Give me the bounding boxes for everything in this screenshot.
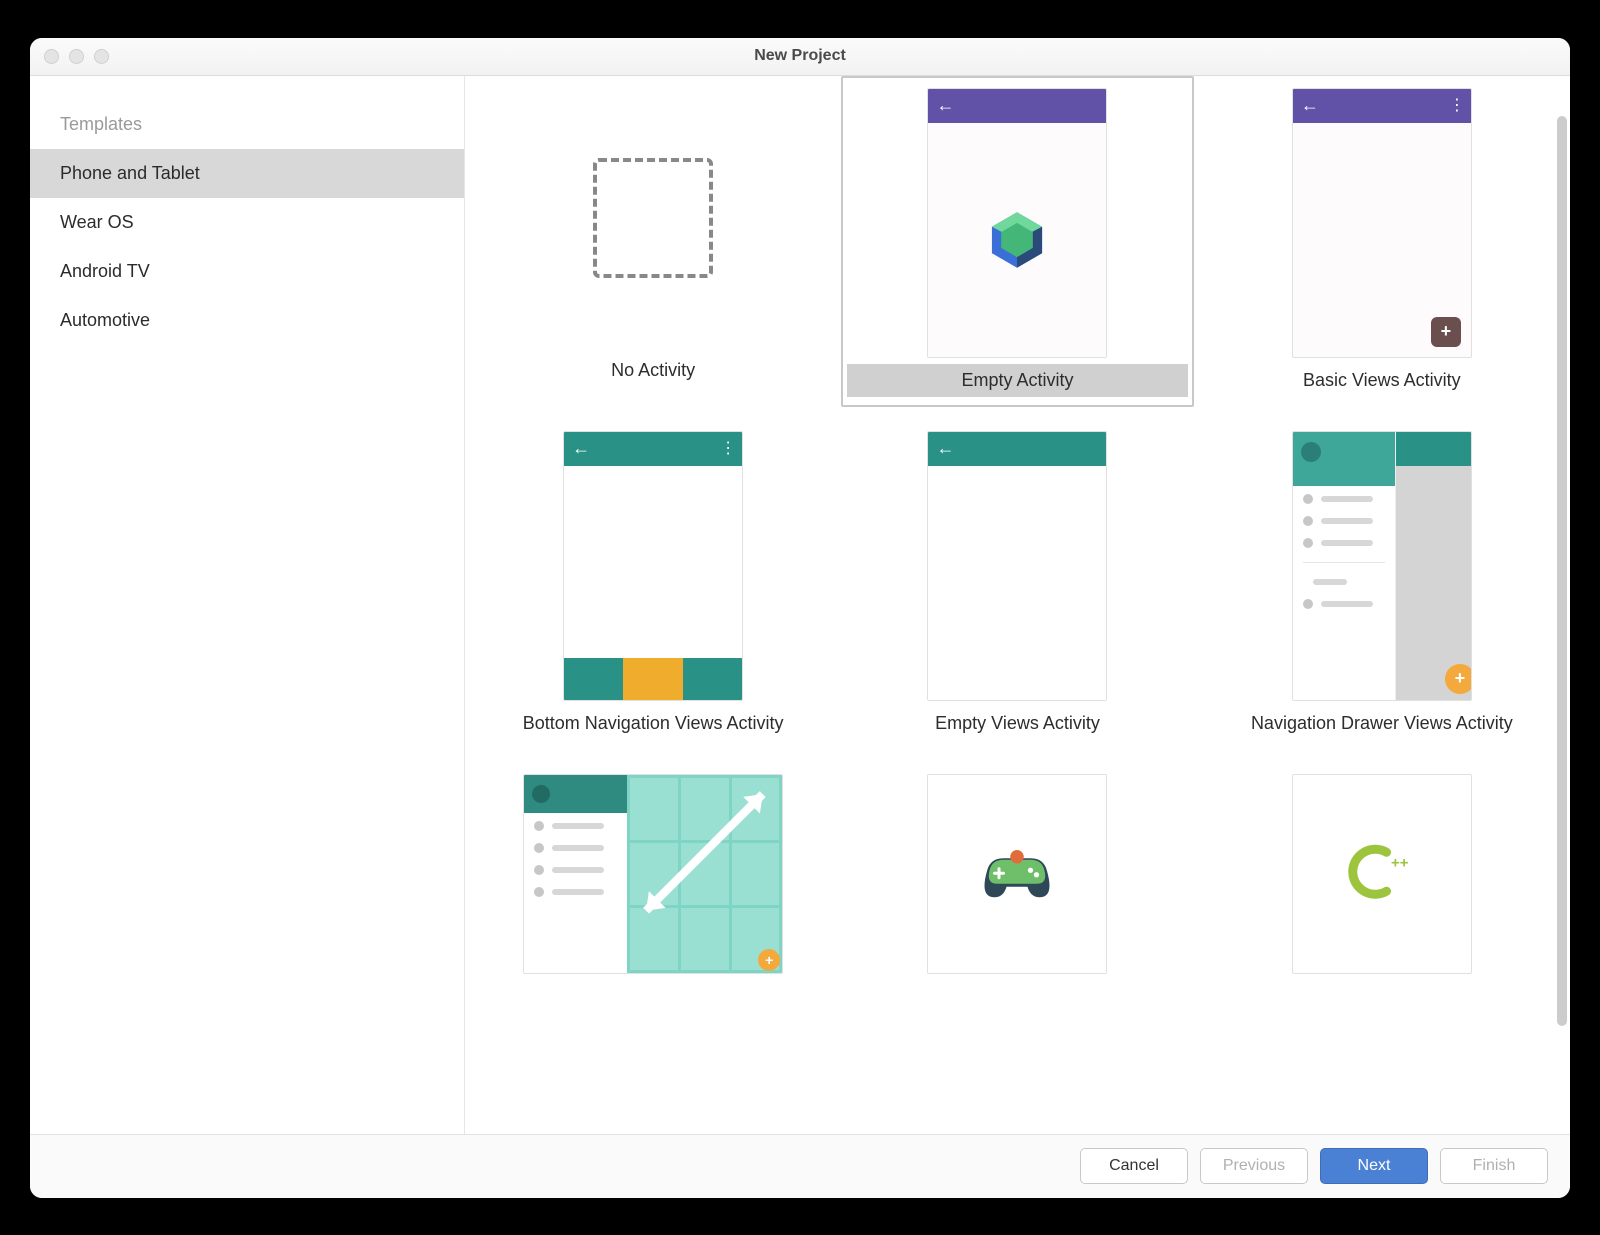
- finish-button[interactable]: Finish: [1440, 1148, 1548, 1184]
- template-card-empty-views[interactable]: ← Empty Views Activity: [841, 419, 1193, 750]
- fab-icon: +: [758, 949, 780, 971]
- mock-appbar: ← ⋮: [1293, 89, 1471, 123]
- sidebar-item-wear-os[interactable]: Wear OS: [30, 198, 464, 247]
- compose-logo-icon: [984, 207, 1050, 273]
- template-label: Basic Views Activity: [1303, 364, 1461, 397]
- template-card-basic-views[interactable]: ← ⋮ + Basic Views Activity: [1206, 76, 1558, 407]
- templates-panel: No Activity ←: [465, 76, 1570, 1134]
- window-title: New Project: [30, 47, 1570, 65]
- previous-button[interactable]: Previous: [1200, 1148, 1308, 1184]
- mock-body: [928, 466, 1106, 700]
- mock-body: [564, 466, 742, 658]
- template-card-game[interactable]: [841, 762, 1193, 1002]
- thumbnail: ←: [927, 88, 1107, 358]
- template-card-responsive[interactable]: +: [477, 762, 829, 1002]
- mock-bottom-nav: [564, 658, 742, 700]
- back-arrow-icon: ←: [936, 438, 954, 459]
- template-label: Navigation Drawer Views Activity: [1251, 707, 1513, 740]
- overflow-menu-icon: ⋮: [1449, 102, 1463, 110]
- template-card-navigation-drawer[interactable]: + Navigation Drawer Views Activity: [1206, 419, 1558, 750]
- thumbnail: [927, 774, 1107, 974]
- thumbnail: +: [1292, 431, 1472, 701]
- back-arrow-icon: ←: [1301, 95, 1319, 116]
- next-button[interactable]: Next: [1320, 1148, 1428, 1184]
- content: Templates Phone and Tablet Wear OS Andro…: [30, 76, 1570, 1134]
- overflow-menu-icon: ⋮: [720, 445, 734, 453]
- sidebar-item-automotive[interactable]: Automotive: [30, 296, 464, 345]
- template-card-no-activity[interactable]: No Activity: [477, 76, 829, 407]
- cancel-button[interactable]: Cancel: [1080, 1148, 1188, 1184]
- back-arrow-icon: ←: [572, 438, 590, 459]
- back-arrow-icon: ←: [936, 95, 954, 116]
- mock-drawer: [1293, 432, 1396, 700]
- new-project-window: New Project Templates Phone and Tablet W…: [30, 38, 1570, 1198]
- vertical-scrollbar[interactable]: [1557, 116, 1567, 1026]
- no-activity-icon: [593, 158, 713, 278]
- fab-icon: +: [1445, 664, 1472, 694]
- close-window-button[interactable]: [44, 49, 59, 64]
- svg-text:++: ++: [1391, 854, 1409, 871]
- template-label: Empty Activity: [847, 364, 1187, 397]
- zoom-window-button[interactable]: [94, 49, 109, 64]
- mock-detail-pane: +: [627, 775, 782, 973]
- template-label: Empty Views Activity: [935, 707, 1100, 740]
- thumbnail: ←: [927, 431, 1107, 701]
- mock-body: +: [1293, 123, 1471, 357]
- minimize-window-button[interactable]: [69, 49, 84, 64]
- mock-appbar: ←: [928, 432, 1106, 466]
- fab-icon: +: [1431, 317, 1461, 347]
- titlebar: New Project: [30, 38, 1570, 76]
- sidebar-item-android-tv[interactable]: Android TV: [30, 247, 464, 296]
- gamepad-icon: [972, 836, 1062, 911]
- template-card-empty-activity[interactable]: ←: [841, 76, 1193, 407]
- thumbnail: ← ⋮: [563, 431, 743, 701]
- window-controls: [44, 49, 109, 64]
- thumbnail: ++: [1292, 774, 1472, 974]
- thumbnail: +: [523, 774, 783, 974]
- templates-grid: No Activity ←: [477, 76, 1558, 1002]
- templates-sidebar: Templates Phone and Tablet Wear OS Andro…: [30, 76, 465, 1134]
- cpp-icon: ++: [1337, 836, 1427, 911]
- template-label: No Activity: [611, 354, 695, 387]
- sidebar-header: Templates: [30, 104, 464, 149]
- wizard-footer: Cancel Previous Next Finish: [30, 1134, 1570, 1198]
- mock-body: [928, 123, 1106, 357]
- mock-appbar: ←: [928, 89, 1106, 123]
- thumbnail: ← ⋮ +: [1292, 88, 1472, 358]
- template-card-cpp[interactable]: ++: [1206, 762, 1558, 1002]
- template-card-bottom-navigation[interactable]: ← ⋮ Bottom Navigation Views Activity: [477, 419, 829, 750]
- templates-scroll[interactable]: No Activity ←: [465, 76, 1570, 1022]
- mock-list-pane: [524, 775, 627, 973]
- sidebar-item-phone-and-tablet[interactable]: Phone and Tablet: [30, 149, 464, 198]
- mock-content-behind: +: [1396, 432, 1471, 700]
- template-label: Bottom Navigation Views Activity: [523, 707, 784, 740]
- mock-appbar: ← ⋮: [564, 432, 742, 466]
